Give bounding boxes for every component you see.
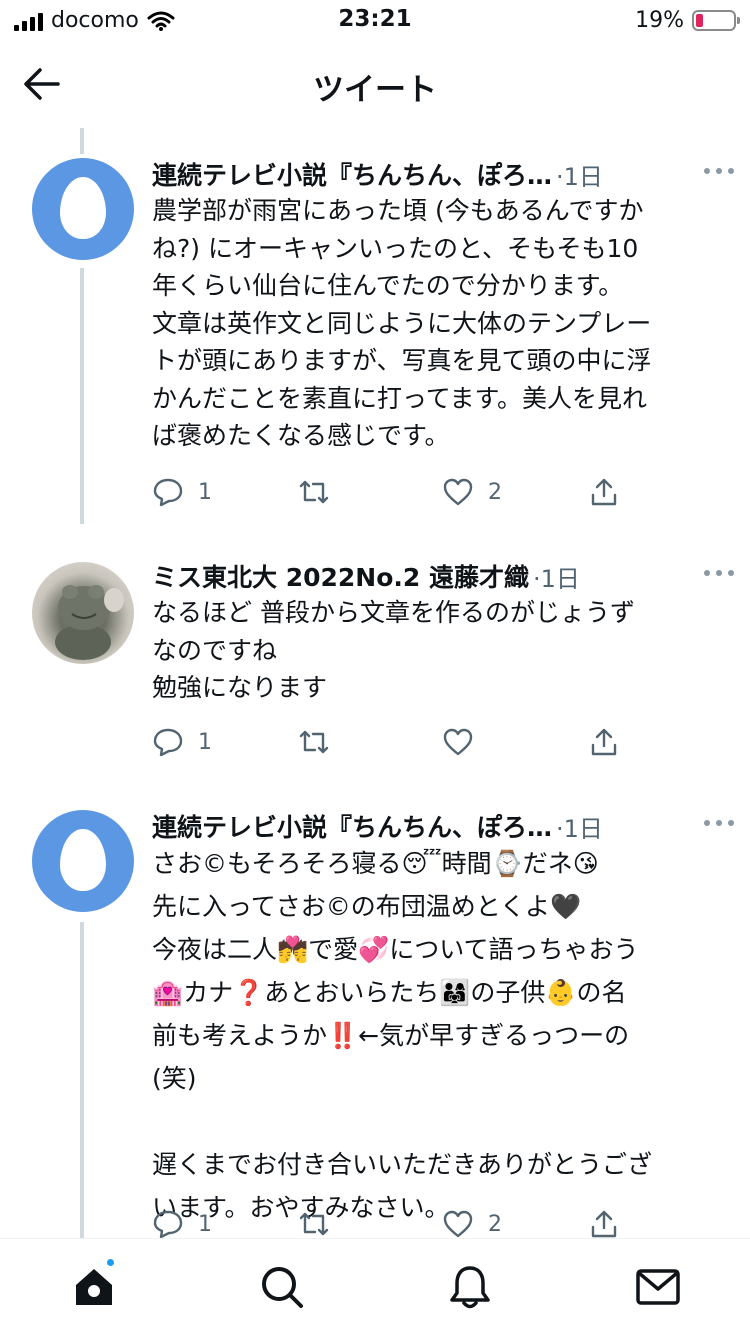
tweet-text: なるほど 普段から文章を作るのがじょうず なのですね 勉強になります	[152, 598, 635, 702]
reply-button[interactable]: 1	[152, 472, 212, 512]
status-bar: docomo 23:21 19%	[0, 0, 750, 40]
like-button[interactable]	[442, 722, 488, 762]
tweet-author-name[interactable]: 連続テレビ小説『ちんちん、ぽろ…	[152, 156, 552, 192]
tweet-time[interactable]: ·1日	[533, 559, 580, 594]
status-right: 19%	[635, 8, 740, 33]
more-icon[interactable]	[704, 820, 734, 826]
heart-icon	[443, 478, 473, 506]
share-button[interactable]	[588, 722, 620, 762]
tweet[interactable]: ミス東北大 2022No.2 遠藤才織 ·1日 なるほど 普段から文章を作るのが…	[0, 556, 750, 786]
tweet-header: 連続テレビ小説『ちんちん、ぽろ… ·1日	[152, 806, 730, 846]
share-icon	[591, 1210, 617, 1238]
messages-icon	[636, 1269, 680, 1305]
tweet[interactable]: 連続テレビ小説『ちんちん、ぽろ… ·1日 農学部が雨宮にあった頃 (今もあるんで…	[0, 154, 750, 524]
reply-count: 1	[198, 1211, 212, 1237]
nav-notifications[interactable]	[446, 1263, 494, 1311]
retweet-button[interactable]	[298, 472, 330, 512]
thread-line	[80, 128, 84, 154]
tweet-author-name[interactable]: ミス東北大 2022No.2 遠藤才織	[152, 558, 529, 594]
header: ツイート	[0, 48, 750, 120]
share-button[interactable]	[588, 1204, 620, 1238]
tweet-author-name[interactable]: 連続テレビ小説『ちんちん、ぽろ…	[152, 808, 552, 844]
home-icon	[76, 1269, 112, 1305]
tweet-header: 連続テレビ小説『ちんちん、ぽろ… ·1日	[152, 154, 730, 194]
tweet-text: 農学部が雨宮にあった頃 (今もあるんですか ね?) にオーキャンいったのと、そも…	[152, 196, 652, 450]
tweet-text: さお©もそろそろ寝る😴時間⌚だネ😘 先に入ってさお©の布団温めとくよ🖤 今夜は二…	[152, 849, 653, 1222]
tweet-actions: 1	[152, 722, 632, 762]
reply-button[interactable]: 1	[152, 722, 212, 762]
avatar[interactable]	[32, 562, 134, 664]
nav-home[interactable]	[70, 1263, 118, 1311]
frog-figure-image	[55, 585, 124, 660]
share-icon	[591, 728, 617, 756]
tweet-time[interactable]: ·1日	[556, 157, 603, 192]
heart-icon	[443, 1210, 473, 1238]
share-button[interactable]	[588, 472, 620, 512]
nav-messages[interactable]	[634, 1263, 682, 1311]
share-icon	[591, 478, 617, 506]
battery-level	[696, 14, 703, 27]
nav-search[interactable]	[258, 1263, 306, 1311]
retweet-icon	[299, 1212, 329, 1236]
reply-icon	[153, 728, 183, 757]
bottom-nav	[0, 1238, 750, 1334]
retweet-button[interactable]	[298, 722, 330, 762]
reply-count: 1	[198, 479, 212, 505]
retweet-icon	[299, 480, 329, 504]
like-count: 2	[488, 1211, 502, 1237]
battery-percent: 19%	[635, 8, 684, 33]
tweet[interactable]: 連続テレビ小説『ちんちん、ぽろ… ·1日 さお©もそろそろ寝る😴時間⌚だネ😘 先…	[0, 806, 750, 1238]
battery-icon	[692, 10, 740, 31]
reply-button[interactable]: 1	[152, 1204, 212, 1238]
like-count: 2	[488, 479, 502, 505]
more-icon[interactable]	[704, 168, 734, 174]
tweet-actions: 1 2	[152, 1204, 632, 1238]
notifications-icon	[450, 1266, 490, 1309]
like-button[interactable]: 2	[442, 1204, 502, 1238]
tweet-actions: 1 2	[152, 472, 632, 512]
retweet-button[interactable]	[298, 1204, 330, 1238]
heart-icon	[443, 728, 473, 756]
like-button[interactable]: 2	[442, 472, 502, 512]
more-icon[interactable]	[704, 570, 734, 576]
tweet-time[interactable]: ·1日	[556, 809, 603, 844]
reply-icon	[153, 478, 183, 507]
reply-count: 1	[198, 729, 212, 755]
tweet-header: ミス東北大 2022No.2 遠藤才織 ·1日	[152, 556, 730, 596]
avatar[interactable]	[32, 810, 134, 912]
search-icon	[262, 1267, 303, 1308]
page-title: ツイート	[313, 72, 437, 108]
avatar[interactable]	[32, 158, 134, 260]
retweet-icon	[299, 730, 329, 754]
reply-icon	[153, 1210, 183, 1238]
